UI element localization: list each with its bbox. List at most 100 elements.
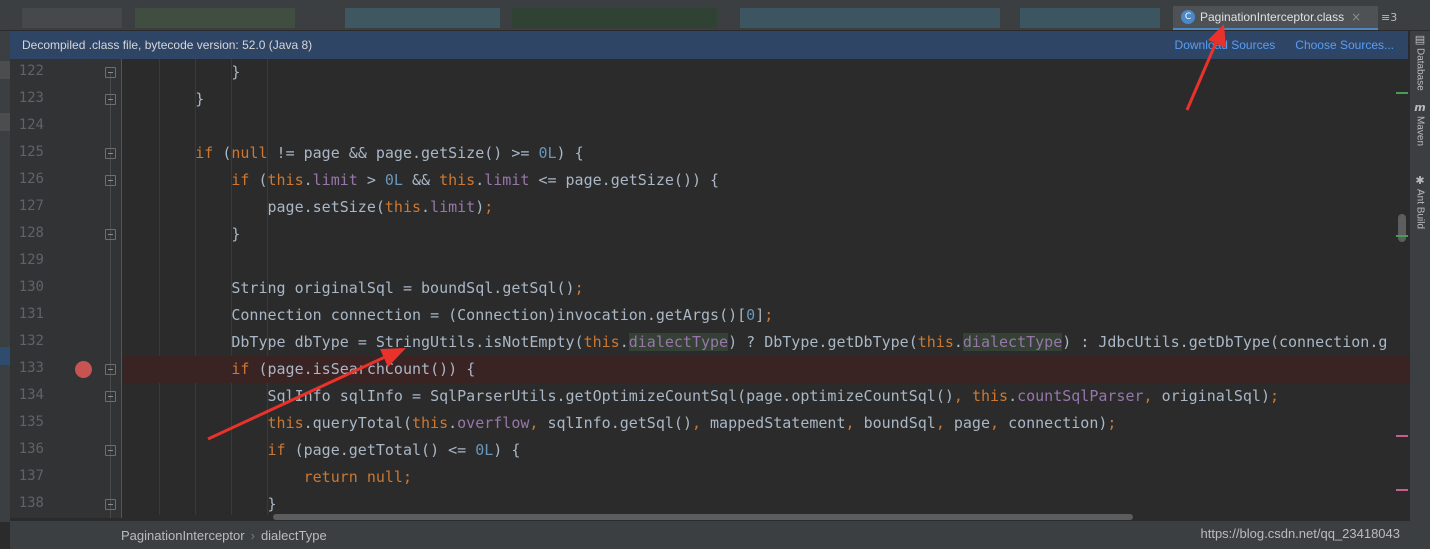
- horizontal-scrollbar[interactable]: [123, 513, 1183, 521]
- ant-build-tool-button[interactable]: ✱ Ant Build: [1412, 174, 1428, 229]
- code-line[interactable]: if (this.limit > 0L && this.limit <= pag…: [123, 167, 1410, 194]
- code-token: &: [412, 171, 422, 189]
- code-line[interactable]: page.setSize(this.limit);: [123, 194, 1410, 221]
- line-number[interactable]: 127: [10, 198, 44, 214]
- blurred-tab[interactable]: [1020, 8, 1160, 28]
- line-number[interactable]: 129: [10, 252, 44, 268]
- code-token: originalSql: [294, 279, 394, 297]
- code-token: }: [195, 90, 205, 108]
- error-marker[interactable]: [1396, 435, 1408, 437]
- line-number[interactable]: 137: [10, 468, 44, 484]
- code-line[interactable]: this.queryTotal(this.overflow, sqlInfo.g…: [123, 410, 1410, 437]
- fold-toggle-icon[interactable]: [105, 391, 116, 402]
- line-number[interactable]: 131: [10, 306, 44, 322]
- code-token: sqlInfo: [339, 387, 403, 405]
- line-number[interactable]: 132: [10, 333, 44, 349]
- blurred-tab[interactable]: [512, 8, 717, 28]
- code-line[interactable]: String originalSql = boundSql.getSql();: [123, 275, 1410, 302]
- blurred-tab[interactable]: [345, 8, 500, 28]
- tab-list-icon[interactable]: ≡3: [1381, 11, 1397, 24]
- vertical-scrollbar-thumb[interactable]: [1398, 214, 1406, 242]
- fold-toggle-icon[interactable]: [105, 499, 116, 510]
- tool-label: Maven: [1414, 116, 1426, 147]
- breakpoint-icon[interactable]: [75, 361, 92, 378]
- code-token: =: [457, 441, 467, 459]
- code-token: >: [366, 171, 376, 189]
- code-line[interactable]: Connection connection = (Connection)invo…: [123, 302, 1410, 329]
- error-marker[interactable]: [1396, 489, 1408, 491]
- code-token: ): [448, 360, 458, 378]
- line-number[interactable]: 124: [10, 117, 44, 133]
- blurred-tab[interactable]: [135, 8, 295, 28]
- tab-label: PaginationInterceptor.class: [1200, 10, 1345, 24]
- code-token: DbType: [764, 333, 819, 351]
- change-marker[interactable]: [1396, 92, 1408, 94]
- tab-pagination-interceptor[interactable]: C PaginationInterceptor.class ×: [1173, 6, 1378, 30]
- fold-toggle-icon[interactable]: [105, 229, 116, 240]
- line-number[interactable]: 133: [10, 360, 44, 376]
- code-line[interactable]: return null;: [123, 464, 1410, 491]
- code-line[interactable]: }: [123, 59, 1410, 86]
- line-number[interactable]: 138: [10, 495, 44, 511]
- code-line[interactable]: }: [123, 86, 1410, 113]
- line-number[interactable]: 130: [10, 279, 44, 295]
- fold-toggle-icon[interactable]: [105, 67, 116, 78]
- tool-marker[interactable]: [0, 61, 10, 79]
- breadcrumb-member[interactable]: dialectType: [261, 528, 327, 543]
- code-token: ): [728, 306, 738, 324]
- close-icon[interactable]: ×: [1351, 10, 1361, 24]
- code-line[interactable]: }: [123, 491, 1410, 515]
- tool-marker[interactable]: [0, 113, 10, 131]
- code-token: page: [267, 198, 304, 216]
- code-line[interactable]: DbType dbType = StringUtils.isNotEmpty(t…: [123, 329, 1410, 356]
- line-number[interactable]: 122: [10, 63, 44, 79]
- code-line[interactable]: if (null != page && page.getSize() >= 0L…: [123, 140, 1410, 167]
- editor-gutter[interactable]: 122 123 124 125 126 127 128 129 130 131 132 133 134 1…: [10, 59, 122, 518]
- punct-token: ;: [764, 306, 774, 324]
- fold-toggle-icon[interactable]: [105, 445, 116, 456]
- code-line[interactable]: }: [123, 221, 1410, 248]
- maven-tool-button[interactable]: m Maven: [1412, 101, 1428, 146]
- code-line[interactable]: SqlInfo sqlInfo = SqlParserUtils.getOpti…: [123, 383, 1410, 410]
- code-token: (: [258, 360, 268, 378]
- keyword-token: this: [439, 171, 476, 189]
- tool-marker[interactable]: [0, 347, 10, 365]
- code-line[interactable]: [123, 248, 1410, 275]
- code-line[interactable]: [123, 113, 1410, 140]
- code-token: JdbcUtils: [1098, 333, 1180, 351]
- database-tool-button[interactable]: ▤ Database: [1412, 33, 1428, 91]
- code-token: getDbType: [827, 333, 909, 351]
- line-number[interactable]: 126: [10, 171, 44, 187]
- code-token: getSql: [619, 414, 674, 432]
- line-number[interactable]: 125: [10, 144, 44, 160]
- code-token: (: [556, 279, 566, 297]
- line-number[interactable]: 134: [10, 387, 44, 403]
- blurred-tab[interactable]: [22, 8, 122, 28]
- breadcrumb-class[interactable]: PaginationInterceptor: [121, 528, 245, 543]
- fold-toggle-icon[interactable]: [105, 364, 116, 375]
- code-line[interactable]: if (page.isSearchCount()) {: [123, 356, 1410, 383]
- choose-sources-link[interactable]: Choose Sources...: [1295, 38, 1394, 52]
- line-number[interactable]: 128: [10, 225, 44, 241]
- fold-toggle-icon[interactable]: [105, 94, 116, 105]
- line-number[interactable]: 123: [10, 90, 44, 106]
- fold-toggle-icon[interactable]: [105, 148, 116, 159]
- code-token: .: [493, 279, 503, 297]
- code-editor[interactable]: } } if (null != page && page.getSize() >…: [123, 59, 1410, 515]
- download-sources-link[interactable]: Download Sources: [1175, 38, 1276, 52]
- code-line[interactable]: if (page.getTotal() <= 0L) {: [123, 437, 1410, 464]
- change-marker[interactable]: [1396, 235, 1408, 237]
- scrollbar-thumb[interactable]: [273, 514, 1133, 520]
- line-number[interactable]: 135: [10, 414, 44, 430]
- fold-toggle-icon[interactable]: [105, 175, 116, 186]
- line-number[interactable]: 136: [10, 441, 44, 457]
- blurred-tab[interactable]: [740, 8, 1000, 28]
